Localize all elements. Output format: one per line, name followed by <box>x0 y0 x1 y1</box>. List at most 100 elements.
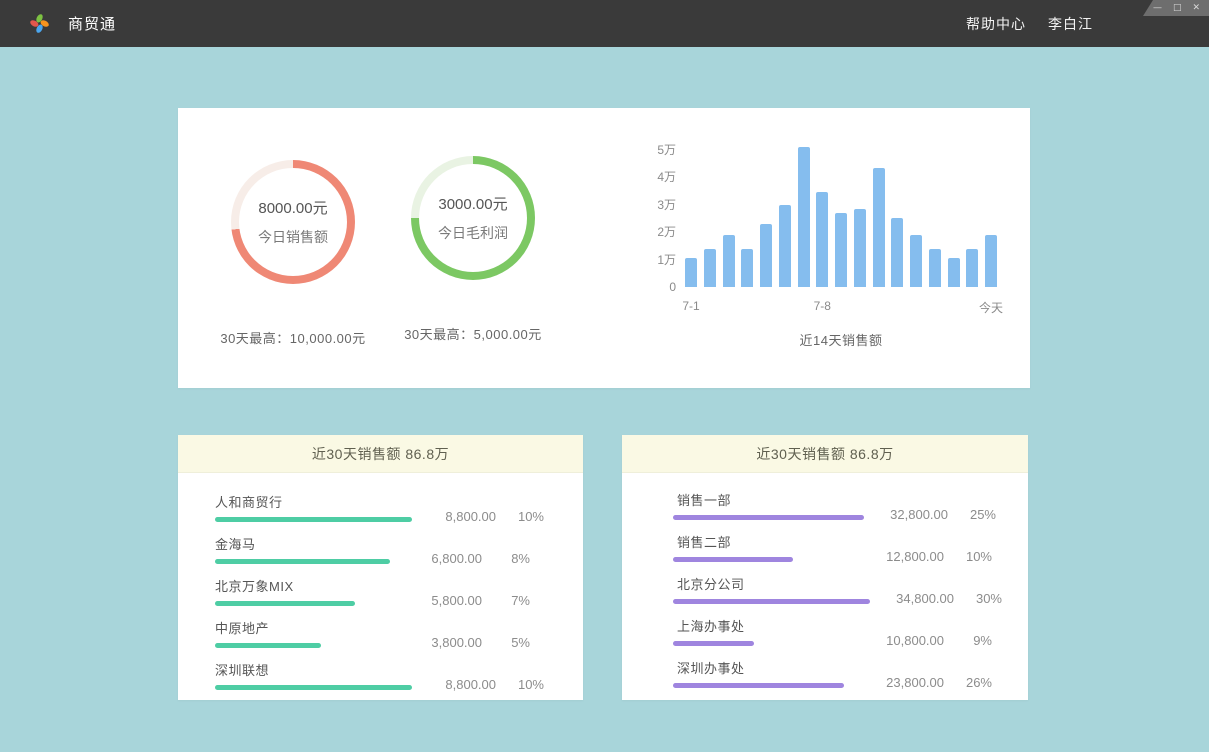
row-amount: 3,800.00 <box>408 635 482 650</box>
row-name: 中原地产 <box>215 618 398 637</box>
today-profit-label: 今日毛利润 <box>438 223 508 243</box>
sales-bar <box>854 209 866 287</box>
today-summary-card: 8000.00元 今日销售额 30天最高：10,000.00元 3000.00元… <box>178 108 1030 388</box>
sales-row: 深圳办事处 23,800.00 26% <box>673 658 992 688</box>
sales-bar <box>891 218 903 287</box>
progress-bar <box>673 599 870 604</box>
minimize-icon[interactable]: — <box>1153 0 1162 16</box>
row-percent: 5% <box>492 635 530 650</box>
sales-row: 销售二部 12,800.00 10% <box>673 532 992 562</box>
row-name: 销售一部 <box>673 490 864 509</box>
today-profit-30day-max: 30天最高：5,000.00元 <box>380 324 566 343</box>
user-name-link[interactable]: 李白江 <box>1048 14 1093 34</box>
customer-sales-card-title: 近30天销售额 86.8万 <box>178 435 583 473</box>
row-name: 北京分公司 <box>673 574 870 593</box>
x-axis-label: 7-8 <box>814 299 831 313</box>
sales-row: 深圳联想8,800.0010% <box>215 660 530 690</box>
row-percent: 25% <box>958 507 996 522</box>
row-amount: 8,800.00 <box>422 509 496 524</box>
row-name: 金海马 <box>215 534 398 553</box>
close-icon[interactable]: ✕ <box>1192 0 1200 16</box>
window-controls: — □ ✕ <box>1143 0 1209 16</box>
customer-sales-30day-card: 近30天销售额 86.8万 人和商贸行 8,800.00 10% 金海马 6,800.0… <box>178 435 583 700</box>
progress-bar <box>215 601 355 606</box>
sales-bar <box>723 235 735 287</box>
bar-chart-yaxis: 01万2万3万4万5万 <box>618 136 676 287</box>
sales-bar <box>704 249 716 287</box>
row-amount: 8,800.00 <box>422 677 496 692</box>
today-profit-donut-chart: 3000.00元 今日毛利润 <box>411 156 535 280</box>
progress-bar <box>215 559 390 564</box>
sales-bar <box>966 249 978 287</box>
sales-row: 上海办事处 10,800.00 9% <box>673 616 992 646</box>
row-amount: 6,800.00 <box>408 551 482 566</box>
sales-row: 人和商贸行8,800.0010% <box>215 492 530 522</box>
bar-chart-xaxis: 7-17-8今天 <box>685 299 997 315</box>
y-axis-tick: 0 <box>618 280 676 294</box>
x-axis-label: 7-1 <box>682 299 699 313</box>
row-amount: 34,800.00 <box>880 591 954 606</box>
progress-bar <box>673 683 844 688</box>
y-axis-tick: 1万 <box>618 253 676 267</box>
row-name: 深圳联想 <box>215 660 412 679</box>
sales-bar <box>779 205 791 287</box>
desktop-background: 8000.00元 今日销售额 30天最高：10,000.00元 3000.00元… <box>0 47 1209 752</box>
sales-bar <box>741 249 753 287</box>
progress-bar <box>215 517 412 522</box>
sales-bar <box>760 224 772 287</box>
sales-bar <box>948 258 960 287</box>
progress-bar <box>215 643 321 648</box>
today-sales-donut-chart: 8000.00元 今日销售额 <box>231 160 355 284</box>
row-percent: 30% <box>964 591 1002 606</box>
maximize-icon[interactable]: □ <box>1173 0 1182 16</box>
sales-bar <box>798 147 810 287</box>
sales-row: 北京分公司34,800.0030% <box>673 574 992 604</box>
row-percent: 10% <box>954 549 992 564</box>
today-sales-label: 今日销售额 <box>258 227 328 247</box>
progress-bar <box>673 515 864 520</box>
titlebar: 商贸通 帮助中心 李白江 — □ ✕ <box>0 0 1209 47</box>
customer-sales-rows: 人和商贸行 8,800.00 10% 金海马 6,800.00 8% 北京万象MIX5,80… <box>178 473 583 690</box>
department-sales-card-title: 近30天销售额 86.8万 <box>622 435 1028 473</box>
row-name: 北京万象MIX <box>215 576 398 595</box>
row-percent: 7% <box>492 593 530 608</box>
row-percent: 8% <box>492 551 530 566</box>
row-percent: 26% <box>954 675 992 690</box>
bar-chart-caption: 近14天销售额 <box>685 330 997 349</box>
x-axis-label: 今天 <box>979 299 1003 316</box>
sales-bar <box>685 258 697 287</box>
app-logo-pinwheel-icon <box>28 12 51 35</box>
bar-chart-plot <box>685 136 997 287</box>
today-profit-value: 3000.00元 <box>438 193 507 214</box>
today-sales-value: 8000.00元 <box>258 197 327 218</box>
y-axis-tick: 3万 <box>618 198 676 212</box>
row-amount: 23,800.00 <box>870 675 944 690</box>
sales-row: 中原地产 3,800.00 5% <box>215 618 530 648</box>
sales-bar <box>985 235 997 287</box>
help-center-link[interactable]: 帮助中心 <box>966 14 1026 34</box>
row-name: 上海办事处 <box>673 616 860 635</box>
sales-row: 销售一部32,800.0025% <box>673 490 992 520</box>
row-percent: 9% <box>954 633 992 648</box>
sales-row: 北京万象MIX5,800.007% <box>215 576 530 606</box>
row-amount: 12,800.00 <box>870 549 944 564</box>
app-title: 商贸通 <box>68 13 116 34</box>
row-name: 深圳办事处 <box>673 658 860 677</box>
y-axis-tick: 4万 <box>618 170 676 184</box>
y-axis-tick: 5万 <box>618 143 676 157</box>
department-sales-30day-card: 近30天销售额 86.8万 销售一部32,800.0025% 销售二部 12,800… <box>622 435 1028 700</box>
row-amount: 10,800.00 <box>870 633 944 648</box>
sales-bar <box>816 192 828 287</box>
row-name: 销售二部 <box>673 532 860 551</box>
row-percent: 10% <box>506 509 544 524</box>
today-sales-30day-max: 30天最高：10,000.00元 <box>200 328 386 347</box>
sales-bar <box>873 168 885 287</box>
department-sales-rows: 销售一部32,800.0025% 销售二部 12,800.00 10% 北京分公司 34,… <box>622 473 1028 688</box>
today-sales-gauge: 8000.00元 今日销售额 30天最高：10,000.00元 <box>200 160 386 347</box>
progress-bar <box>215 685 412 690</box>
today-profit-gauge: 3000.00元 今日毛利润 30天最高：5,000.00元 <box>380 156 566 343</box>
sales-bar <box>929 249 941 287</box>
sales-row: 金海马 6,800.00 8% <box>215 534 530 564</box>
progress-bar <box>673 557 793 562</box>
row-name: 人和商贸行 <box>215 492 412 511</box>
